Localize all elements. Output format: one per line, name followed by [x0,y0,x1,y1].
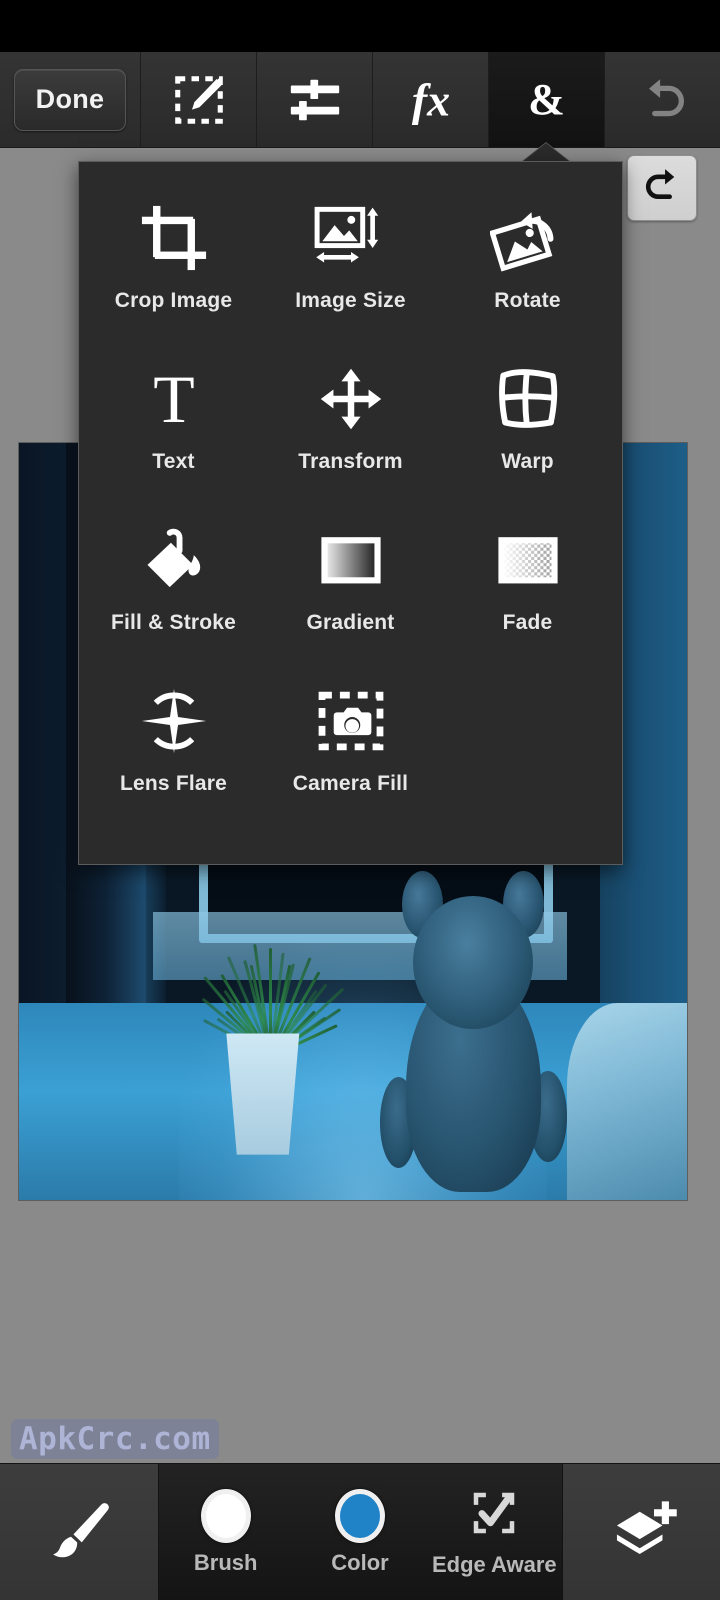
status-bar [0,0,720,52]
edge-aware-button[interactable]: Edge Aware [427,1464,561,1600]
camera-fill-icon [314,682,388,760]
tab-adjustments[interactable] [256,52,372,147]
redo-button[interactable] [627,155,697,221]
tab-effects[interactable]: fx [372,52,488,147]
text-icon: T [137,360,211,438]
gradient-icon [314,521,388,599]
menu-item-label: Text [152,450,195,473]
menu-item-label: Gradient [306,611,395,634]
warp-icon [491,360,565,438]
menu-item-warp[interactable]: Warp [439,346,616,507]
menu-item-label: Fill & Stroke [110,611,237,634]
menu-item-fill-stroke[interactable]: Fill & Stroke [85,507,262,668]
add-layer-icon [602,1491,680,1574]
menu-item-lens-flare[interactable]: Lens Flare [85,668,262,829]
ampersand-icon: & [528,74,565,124]
color-label: Color [331,1549,389,1575]
done-button-container: Done [0,52,140,147]
fade-icon [491,521,565,599]
brush-options-group: Brush Color Edge Aware [157,1464,563,1600]
color-swatch-icon [334,1488,385,1543]
undo-icon [634,71,692,129]
menu-item-rotate[interactable]: Rotate [439,185,616,346]
fill-stroke-icon [137,521,211,599]
bottom-toolbar: Brush Color Edge Aware [0,1463,720,1600]
svg-text:T: T [153,362,194,436]
paintbrush-icon [42,1493,116,1572]
fx-icon: fx [402,71,460,129]
menu-item-image-size[interactable]: Image Size [262,185,439,346]
menu-item-label: Image Size [295,289,406,312]
tab-add-ons[interactable]: & [488,52,604,147]
brush-tool-button[interactable] [0,1464,158,1600]
edge-aware-label: Edge Aware [431,1552,557,1577]
brush-size-label: Brush [193,1549,258,1575]
edge-aware-icon [467,1486,521,1545]
menu-item-label: Rotate [494,289,561,312]
brush-size-icon [200,1488,251,1543]
menu-item-crop-image[interactable]: Crop Image [85,185,262,346]
lens-flare-icon [137,682,211,760]
popup-grid: Crop Image Image Size Rotate T Text Tran… [79,162,622,829]
menu-item-label: Lens Flare [119,772,228,795]
tab-undo[interactable] [604,52,720,147]
menu-item-gradient[interactable]: Gradient [262,507,439,668]
menu-item-label: Transform [298,450,403,473]
selection-pencil-icon [170,71,228,129]
menu-item-label: Camera Fill [292,772,409,795]
menu-item-transform[interactable]: Transform [262,346,439,507]
add-ons-popup-menu: Crop Image Image Size Rotate T Text Tran… [78,161,623,865]
image-size-icon [313,199,389,277]
menu-item-label: Crop Image [114,289,233,312]
tab-selection-edit[interactable] [140,52,256,147]
popup-pointer-arrow [522,143,570,162]
brush-size-button[interactable]: Brush [159,1464,293,1600]
menu-item-label: Warp [501,450,554,473]
crop-icon [137,199,211,277]
site-watermark: ApkCrc.com [11,1419,219,1459]
top-toolbar: Done fx & [0,52,720,148]
menu-item-camera-fill[interactable]: Camera Fill [262,668,439,829]
color-button[interactable]: Color [293,1464,427,1600]
menu-item-label: Fade [502,611,553,634]
rotate-icon [489,199,566,277]
add-layer-button[interactable] [563,1464,720,1600]
done-button[interactable]: Done [14,68,126,131]
svg-text:fx: fx [411,74,449,125]
transform-icon [314,360,388,438]
redo-icon [639,163,685,214]
menu-item-text[interactable]: T Text [85,346,262,507]
sliders-icon [286,71,344,129]
app-screen: Done fx & Crop Image Image Size Rotate T… [0,0,720,1600]
menu-item-fade[interactable]: Fade [439,507,616,668]
